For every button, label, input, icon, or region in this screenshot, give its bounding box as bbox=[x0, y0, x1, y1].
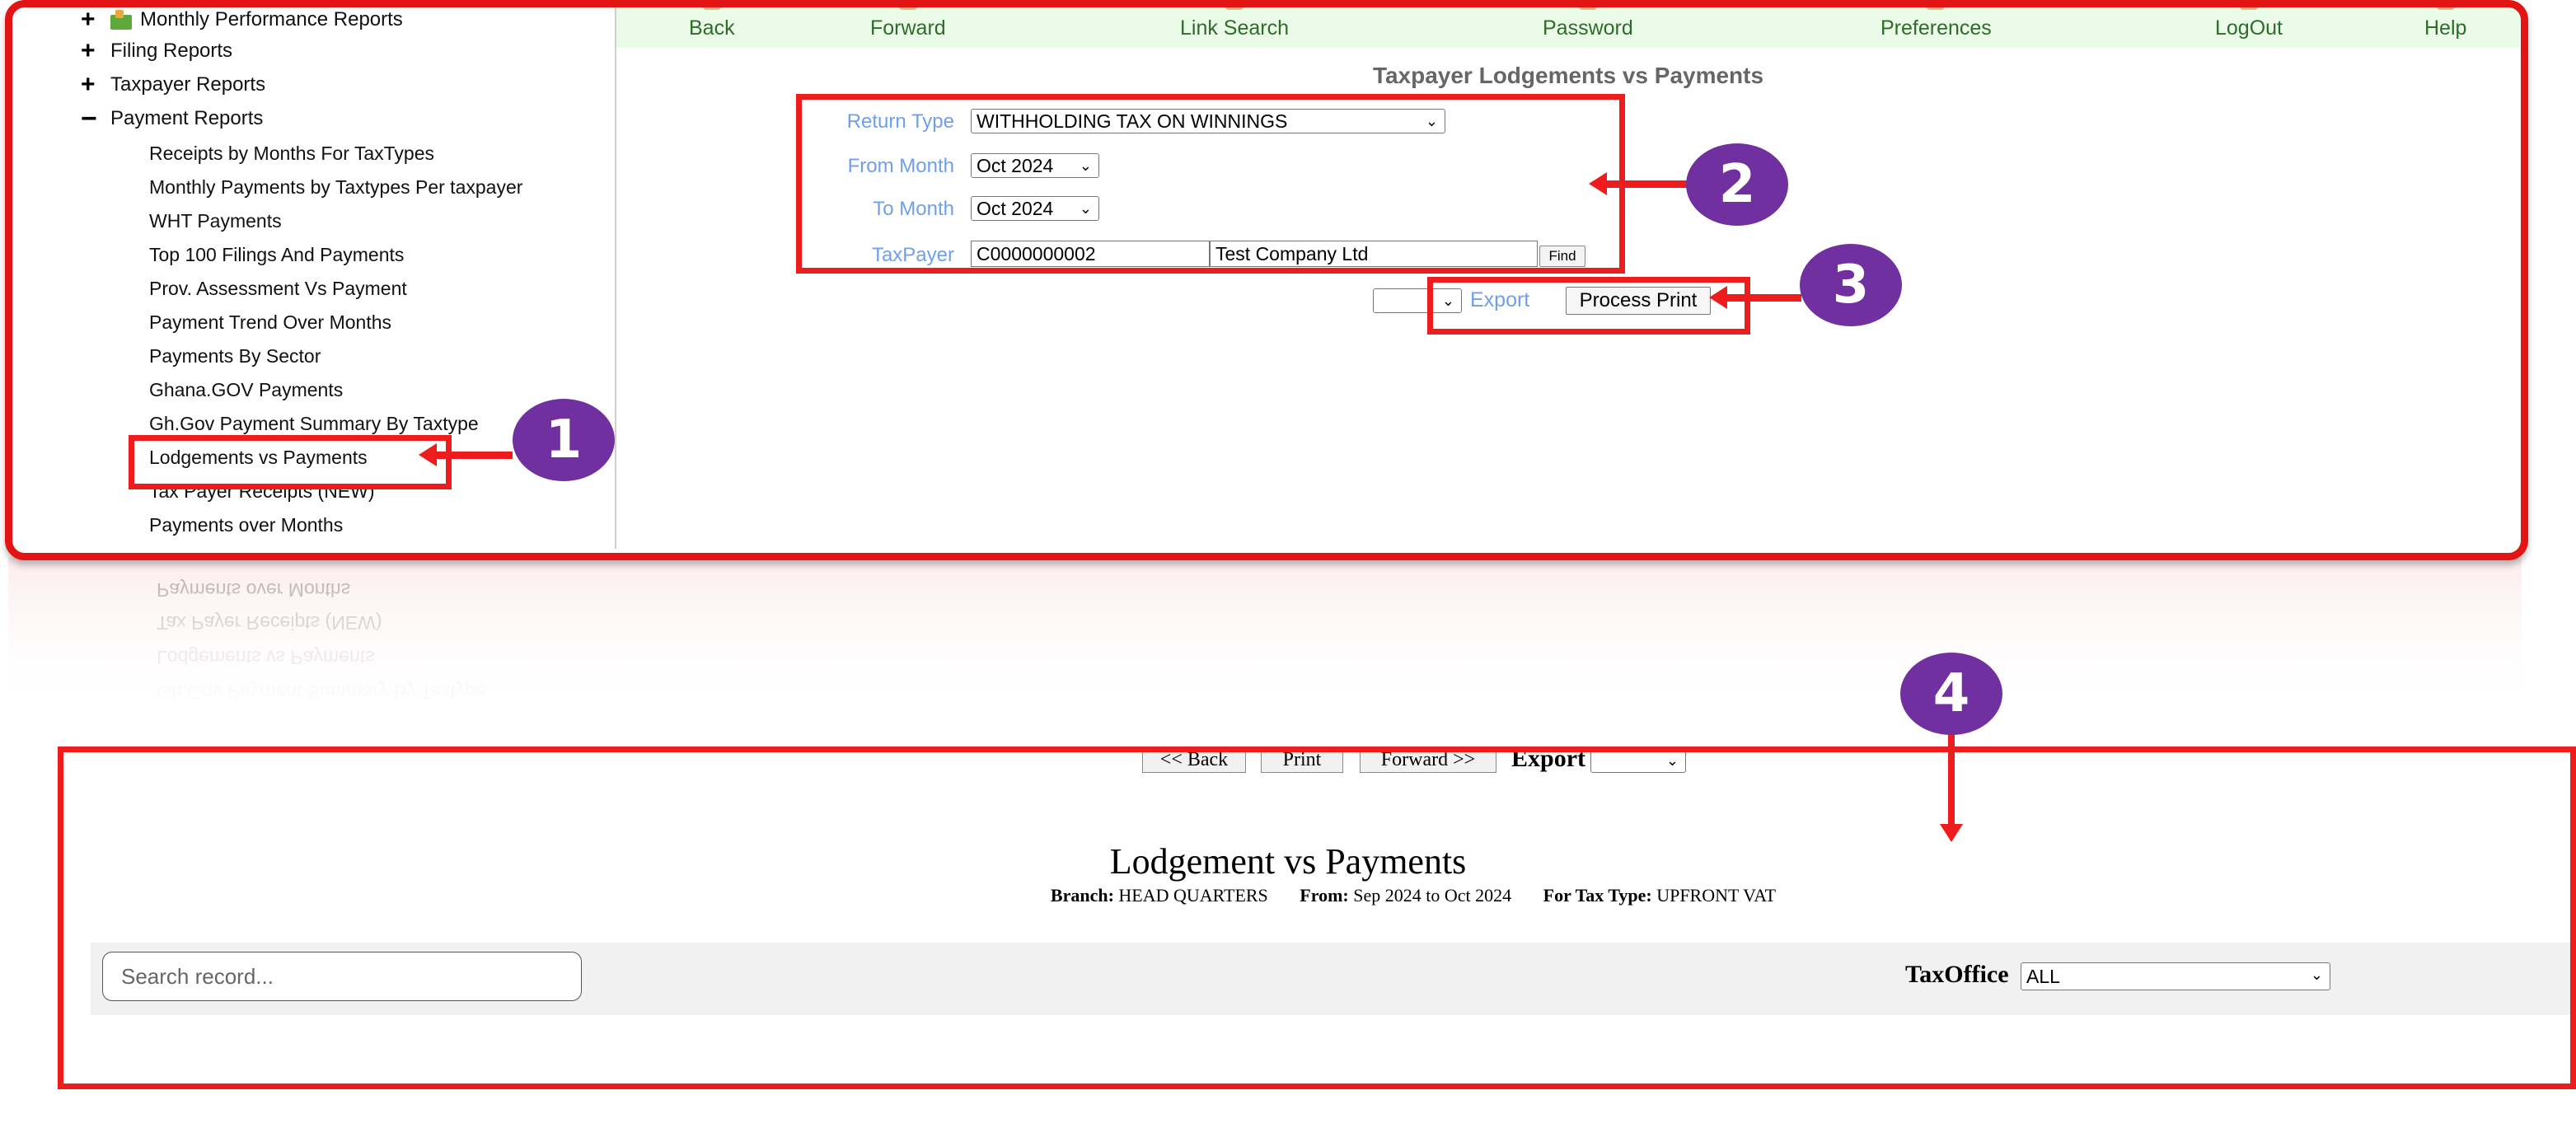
callout-badge-1: 1 bbox=[513, 399, 615, 481]
arrow-head-icon bbox=[1589, 172, 1607, 195]
callout-arrow-3 bbox=[1727, 294, 1801, 302]
arrow-head-icon bbox=[1940, 824, 1963, 842]
callout-arrow-4 bbox=[1948, 725, 1955, 827]
highlight-box-2 bbox=[796, 94, 1625, 274]
highlight-box-1 bbox=[129, 435, 452, 489]
highlight-box-4 bbox=[58, 747, 2576, 1089]
arrow-head-icon bbox=[1709, 286, 1727, 309]
callout-badge-4: 4 bbox=[1900, 653, 2002, 735]
highlight-box-3 bbox=[1427, 277, 1750, 335]
arrow-head-icon bbox=[419, 443, 437, 466]
callout-badge-2: 2 bbox=[1686, 143, 1788, 226]
callout-badge-3: 3 bbox=[1800, 244, 1902, 326]
callout-arrow-1 bbox=[437, 452, 513, 459]
panel-reflection: Payments over Months Tax Payer Receipts … bbox=[8, 557, 2522, 722]
callout-arrow-2 bbox=[1607, 180, 1689, 188]
